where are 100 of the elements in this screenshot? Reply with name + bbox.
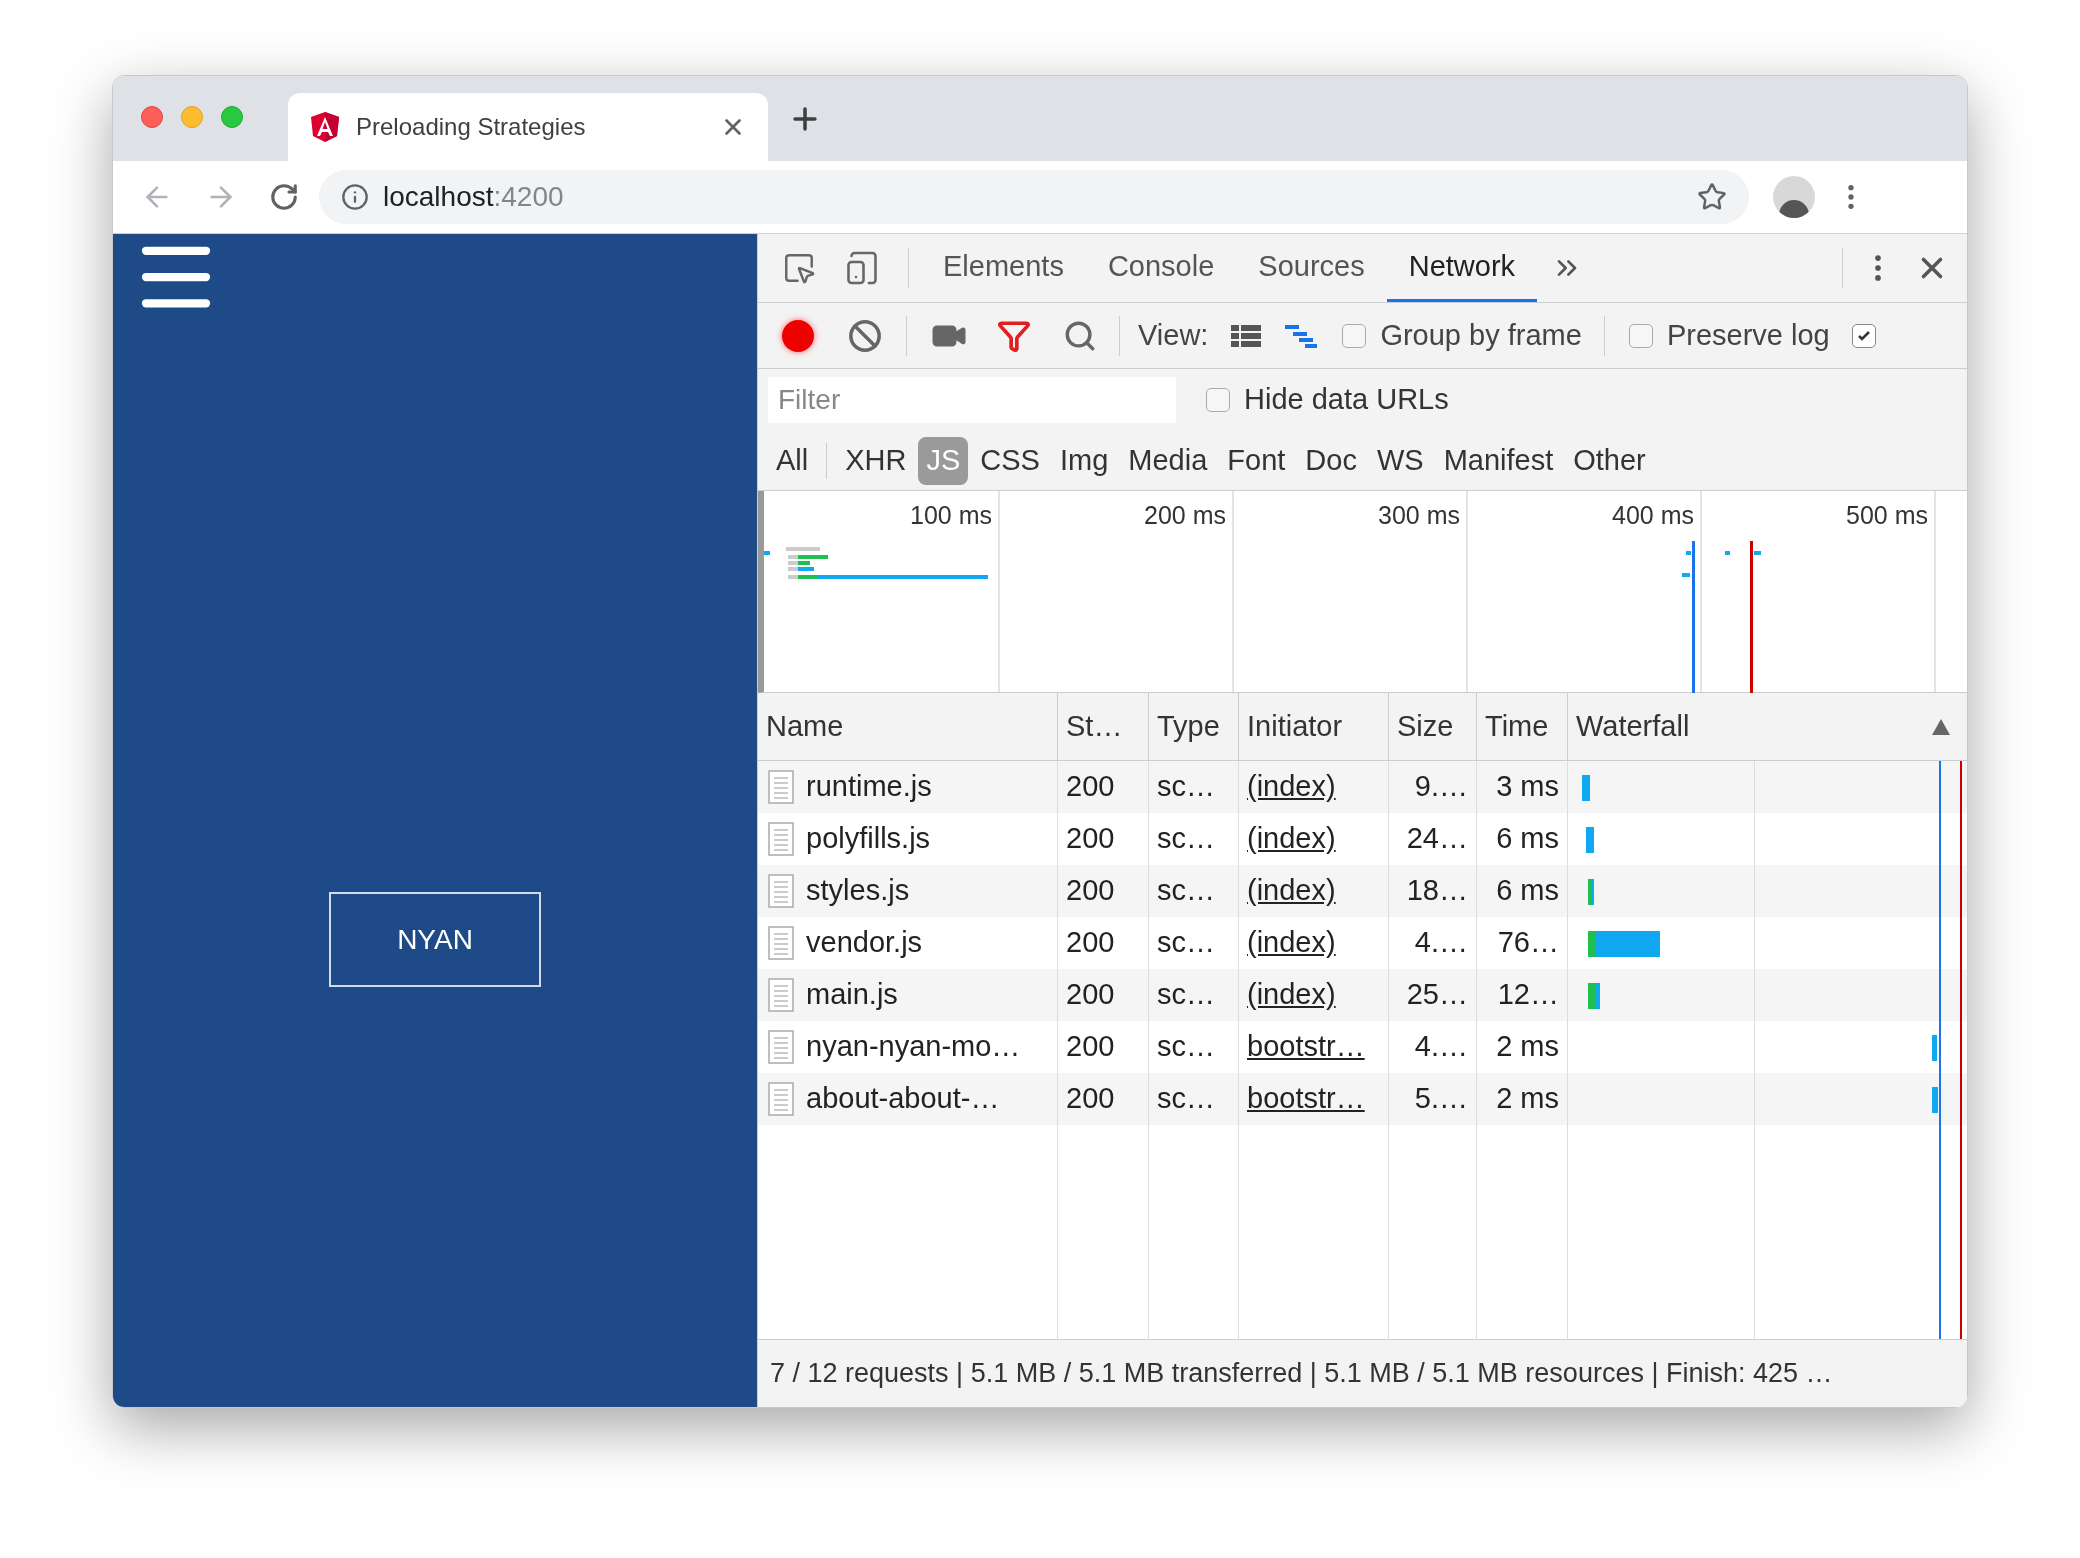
timeline-tick-label: 400 ms (1612, 500, 1694, 531)
type-filter[interactable]: XHR (837, 436, 915, 485)
bookmark-star-icon[interactable] (1697, 182, 1727, 212)
request-row[interactable]: about-about-… 200 sc… bootstr… 5.… 2 ms (758, 1073, 1967, 1125)
devtools-tab[interactable]: Elements (921, 234, 1086, 302)
waterfall-bar (1932, 1087, 1938, 1113)
file-icon (768, 926, 794, 960)
tab-title: Preloading Strategies (356, 112, 587, 142)
checkbox[interactable] (1628, 323, 1653, 348)
column-header[interactable]: Time (1477, 693, 1568, 760)
waterfall-bar (1932, 1035, 1937, 1061)
type-filter[interactable]: Manifest (1435, 436, 1562, 485)
column-header[interactable]: Waterfall (1568, 693, 1967, 760)
column-header[interactable]: Initiator (1239, 693, 1389, 760)
type-filter[interactable]: All (768, 436, 817, 485)
table-cell-text: 6 ms (1496, 821, 1559, 857)
list-view-icon[interactable] (1230, 322, 1263, 349)
table-cell-text: 4.… (1414, 1029, 1468, 1065)
table-cell-text: 200 (1066, 769, 1115, 805)
request-row[interactable]: styles.js 200 sc… (index) 18… 6 ms (758, 865, 1967, 917)
browser-tab[interactable]: Preloading Strategies (288, 93, 768, 161)
waterfall-view-icon[interactable] (1284, 322, 1319, 349)
table-cell-text: 12… (1497, 977, 1559, 1013)
request-row[interactable]: runtime.js 200 sc… (index) 9.… 3 ms (758, 761, 1967, 813)
filter-icon[interactable] (997, 318, 1031, 353)
initiator-link[interactable]: bootstr… (1247, 1077, 1365, 1121)
view-label: View: (1138, 317, 1209, 353)
initiator-link[interactable]: (index) (1247, 817, 1336, 861)
waterfall-bar (1586, 827, 1594, 853)
table-cell-text: nyan-nyan-mo… (806, 1029, 1021, 1065)
type-filter[interactable]: CSS (972, 436, 1048, 485)
table-cell-text: sc… (1157, 769, 1215, 805)
timeline-tick-label: 100 ms (910, 500, 992, 531)
timeline-tick-label: 300 ms (1378, 500, 1460, 531)
avatar[interactable] (1773, 176, 1815, 218)
filter-input[interactable]: Filter (768, 377, 1176, 423)
file-icon (768, 822, 794, 856)
column-header[interactable]: Size (1389, 693, 1477, 760)
table-cell-text: 200 (1066, 925, 1115, 961)
type-filter[interactable]: WS (1368, 436, 1432, 485)
checkbox[interactable] (1342, 323, 1367, 348)
sort-up-icon (1931, 717, 1951, 736)
nyan-button[interactable]: NYAN (329, 892, 541, 987)
address-field[interactable]: localhost:4200 (319, 170, 1749, 224)
file-icon (768, 1082, 794, 1116)
request-row[interactable]: main.js 200 sc… (index) 25… 12… (758, 969, 1967, 1021)
column-header[interactable]: Name (758, 693, 1058, 760)
status-bar-text: 7 / 12 requests | 5.1 MB / 5.1 MB transferred | 5.1 MB / 5.1 MB resources | Finish: 425 … (770, 1357, 1833, 1391)
waterfall-bar (1582, 775, 1590, 801)
file-icon (768, 874, 794, 908)
table-cell-text: 200 (1066, 821, 1115, 857)
table-cell-text: 76… (1497, 925, 1559, 961)
initiator-link[interactable]: (index) (1247, 765, 1336, 809)
table-cell-text: sc… (1157, 1029, 1215, 1065)
inspect-icon[interactable] (782, 251, 816, 285)
column-header[interactable]: St… (1058, 693, 1149, 760)
initiator-link[interactable]: (index) (1247, 973, 1336, 1017)
table-cell-text: 3 ms (1496, 769, 1559, 805)
devtools-tab[interactable]: Sources (1236, 234, 1387, 302)
table-cell-text: styles.js (806, 873, 910, 909)
table-cell-text: 200 (1066, 873, 1115, 909)
shield-logo-icon (310, 111, 340, 143)
table-cell-text: sc… (1157, 925, 1215, 961)
table-cell-text: 2 ms (1496, 1081, 1559, 1117)
checkbox-label: Group by frame (1380, 317, 1582, 353)
initiator-link[interactable]: bootstr… (1247, 1025, 1365, 1069)
type-filter[interactable]: Media (1120, 436, 1216, 485)
checkbox-label: Hide data URLs (1244, 382, 1449, 418)
info-icon (341, 183, 369, 211)
timeline-tick-label: 200 ms (1144, 500, 1226, 531)
url-text: localhost:4200 (383, 180, 565, 214)
table-cell-text: 200 (1066, 977, 1115, 1013)
table-cell-text: sc… (1157, 977, 1215, 1013)
timeline-tick-label: 500 ms (1846, 500, 1928, 531)
waterfall-bar (1588, 931, 1660, 957)
table-cell-text: runtime.js (806, 769, 932, 805)
checkbox-label: Preserve log (1666, 317, 1830, 353)
table-cell-text: 200 (1066, 1029, 1115, 1065)
record-icon[interactable] (782, 319, 814, 352)
table-cell-text: polyfills.js (806, 821, 931, 857)
device-toolbar-icon[interactable] (844, 250, 880, 286)
column-header[interactable]: Type (1149, 693, 1239, 760)
clear-icon[interactable] (848, 318, 882, 353)
type-filter[interactable]: Img (1051, 436, 1117, 485)
initiator-link[interactable]: (index) (1247, 869, 1336, 913)
reload-icon[interactable] (269, 182, 299, 212)
type-filter[interactable]: Font (1219, 436, 1294, 485)
devtools-tab[interactable]: Console (1085, 234, 1237, 302)
checkbox[interactable] (1206, 388, 1230, 412)
table-cell-text: main.js (806, 977, 898, 1013)
close-window-icon[interactable] (141, 105, 163, 128)
file-icon (768, 1030, 794, 1064)
table-cell-text: 200 (1066, 1081, 1115, 1117)
table-cell-text: 6 ms (1496, 873, 1559, 909)
table-cell-text: 9.… (1414, 769, 1468, 805)
checkbox[interactable] (1851, 323, 1876, 348)
type-filter[interactable]: Other (1565, 436, 1654, 485)
table-cell-text: vendor.js (806, 925, 923, 961)
initiator-link[interactable]: (index) (1247, 921, 1336, 965)
type-filter[interactable]: Doc (1297, 436, 1365, 485)
